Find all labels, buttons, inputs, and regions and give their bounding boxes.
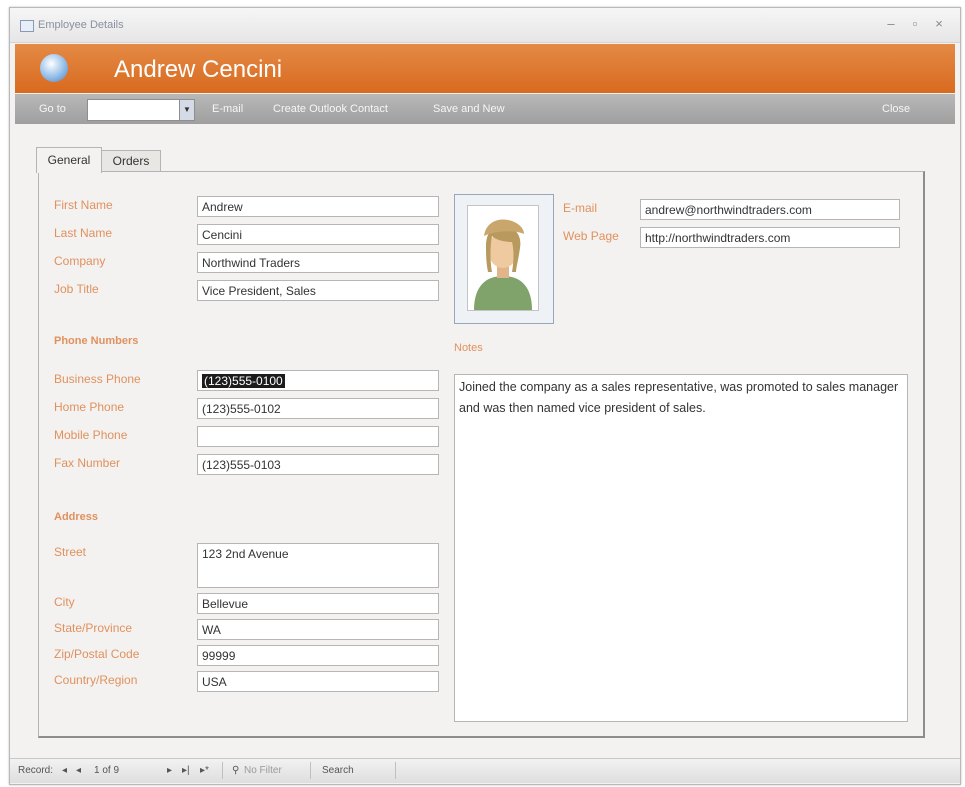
status-divider (395, 762, 396, 779)
business-phone-value: (123)555-0100 (202, 374, 285, 388)
window-title: Employee Details (38, 19, 124, 31)
tab-general[interactable]: General (36, 147, 102, 173)
country-region-field[interactable]: USA (197, 671, 439, 692)
current-record-field[interactable]: 1 of 9 (94, 765, 119, 776)
mobile-phone-field[interactable] (197, 426, 439, 447)
company-label: Company (54, 254, 106, 268)
next-record-button[interactable]: ▸ (167, 765, 172, 776)
record-navigation-bar: Record: ◂ ◂ 1 of 9 ▸ ▸| ▸* ⚲ No Filter S… (10, 758, 960, 783)
city-label: City (54, 595, 75, 609)
page-title: Andrew Cencini (114, 56, 283, 83)
street-field[interactable]: 123 2nd Avenue (197, 543, 439, 588)
job-title-label: Job Title (54, 282, 99, 296)
title-bar: Employee Details – ▫ × (10, 8, 960, 43)
web-page-label: Web Page (563, 229, 619, 243)
employee-icon (40, 54, 68, 82)
email-button[interactable]: E-mail (212, 103, 243, 115)
home-phone-label: Home Phone (54, 400, 125, 414)
tab-orders[interactable]: Orders (101, 150, 161, 172)
status-divider (222, 762, 223, 779)
zip-postal-code-label: Zip/Postal Code (54, 647, 140, 661)
home-phone-field[interactable]: (123)555-0102 (197, 398, 439, 419)
create-outlook-contact-button[interactable]: Create Outlook Contact (273, 103, 388, 115)
no-filter-button[interactable]: No Filter (244, 765, 282, 776)
previous-record-button[interactable]: ◂ (76, 765, 81, 776)
photo-frame (467, 205, 539, 311)
header-banner: Andrew Cencini (15, 44, 955, 93)
company-field[interactable]: Northwind Traders (197, 252, 439, 273)
state-province-field[interactable]: WA (197, 619, 439, 640)
chevron-down-icon[interactable]: ▼ (179, 100, 194, 120)
zip-postal-code-field[interactable]: 99999 (197, 645, 439, 666)
last-name-label: Last Name (54, 226, 113, 240)
employee-details-window: Employee Details – ▫ × Andrew Cencini Go… (9, 7, 961, 785)
notes-label: Notes (454, 342, 483, 354)
goto-label: Go to (39, 103, 66, 115)
toolbar: Go to ▼ E-mail Create Outlook Contact Sa… (15, 94, 955, 124)
close-button[interactable]: Close (882, 103, 910, 115)
close-window-button[interactable]: × (930, 16, 948, 31)
last-name-field[interactable]: Cencini (197, 224, 439, 245)
record-label: Record: (18, 765, 54, 776)
fax-number-label: Fax Number (54, 456, 121, 470)
first-name-label: First Name (54, 198, 113, 212)
new-record-button[interactable]: ▸* (200, 765, 209, 776)
city-field[interactable]: Bellevue (197, 593, 439, 614)
restore-button[interactable]: ▫ (906, 16, 924, 31)
form-icon (20, 20, 34, 32)
notes-field[interactable]: Joined the company as a sales representa… (454, 374, 908, 722)
email-label: E-mail (563, 201, 598, 215)
state-province-label: State/Province (54, 621, 133, 635)
address-heading: Address (54, 511, 99, 523)
web-page-field[interactable]: http://northwindtraders.com (640, 227, 900, 248)
fax-number-field[interactable]: (123)555-0103 (197, 454, 439, 475)
email-field[interactable]: andrew@northwindtraders.com (640, 199, 900, 220)
job-title-field[interactable]: Vice President, Sales (197, 280, 439, 301)
first-name-field[interactable]: Andrew (197, 196, 439, 217)
street-label: Street (54, 545, 87, 559)
business-phone-field[interactable]: (123)555-0100 (197, 370, 439, 391)
filter-icon: ⚲ (232, 765, 240, 776)
minimize-button[interactable]: – (882, 16, 900, 31)
save-and-new-button[interactable]: Save and New (433, 103, 505, 115)
country-region-label: Country/Region (54, 673, 138, 687)
person-avatar-icon (474, 219, 532, 310)
last-record-button[interactable]: ▸| (182, 765, 190, 776)
goto-dropdown[interactable]: ▼ (87, 99, 195, 121)
phone-numbers-heading: Phone Numbers (54, 335, 139, 347)
mobile-phone-label: Mobile Phone (54, 428, 128, 442)
first-record-button[interactable]: ◂ (62, 765, 67, 776)
search-box[interactable]: Search (322, 765, 354, 776)
business-phone-label: Business Phone (54, 372, 141, 386)
employee-photo[interactable] (454, 194, 554, 324)
status-divider (310, 762, 311, 779)
